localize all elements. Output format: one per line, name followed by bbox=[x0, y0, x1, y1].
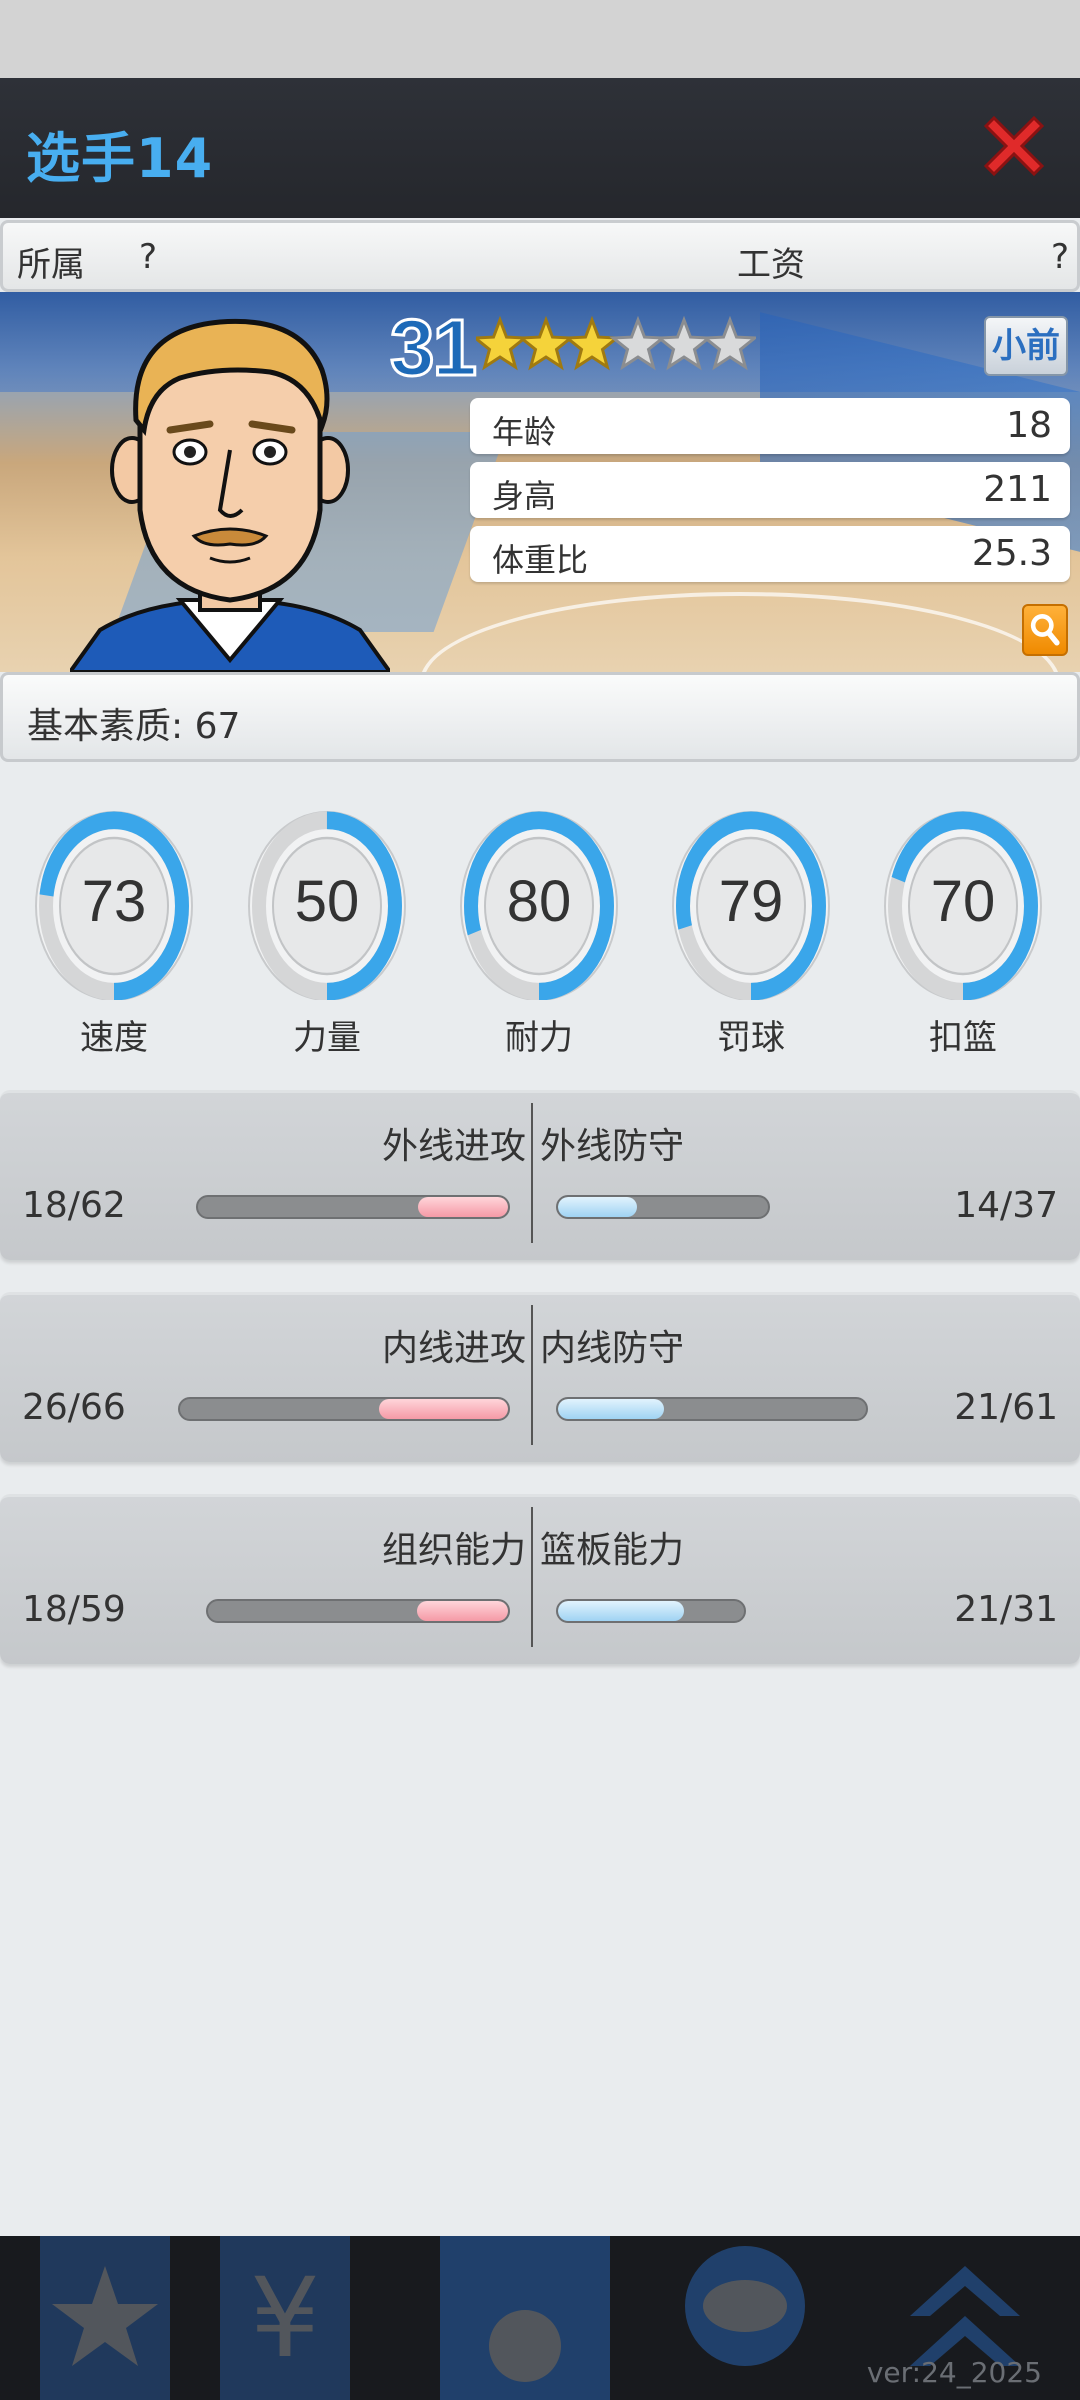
dial-label: 速度 bbox=[80, 1018, 148, 1058]
skill-left-value: 18/62 bbox=[22, 1185, 126, 1226]
team-salary-bar: 所属 ? 工资 ? bbox=[0, 220, 1080, 292]
dial-value: 50 bbox=[294, 869, 360, 934]
skill-card-playmaking: 组织能力 篮板能力 18/59 21/31 bbox=[0, 1494, 1080, 1664]
team-value: ? bbox=[139, 237, 158, 277]
player-card: 31 小前 年龄 18 身高 211 体重比 25.3 bbox=[0, 292, 1080, 672]
dial-value: 73 bbox=[81, 869, 147, 934]
salary-label: 工资 bbox=[737, 245, 805, 285]
close-icon[interactable] bbox=[976, 108, 1052, 184]
star-filled-icon bbox=[563, 315, 621, 371]
skill-left-bar bbox=[178, 1397, 510, 1421]
divider bbox=[531, 1305, 533, 1445]
skill-left-label: 内线进攻 bbox=[381, 1328, 526, 1369]
attr-row-age: 年龄 18 bbox=[470, 398, 1070, 454]
salary-value: ? bbox=[1051, 237, 1070, 277]
bottom-nav: ¥ ver:24_2025 bbox=[0, 2236, 1080, 2400]
chat-nav-icon[interactable] bbox=[660, 2236, 830, 2400]
stat-dial: 50 bbox=[247, 810, 407, 1010]
star-rating bbox=[476, 315, 756, 371]
search-icon bbox=[1030, 614, 1060, 646]
stat-dial: 73 bbox=[34, 810, 194, 1010]
player-avatar bbox=[70, 318, 390, 672]
skill-right-label: 篮板能力 bbox=[540, 1530, 685, 1571]
star-nav-icon[interactable] bbox=[20, 2236, 190, 2400]
version-label: ver:24_2025 bbox=[866, 2356, 1042, 2389]
attr-row-height: 身高 211 bbox=[470, 462, 1070, 518]
star-filled-icon bbox=[517, 315, 575, 371]
dial-label: 罚球 bbox=[717, 1018, 785, 1058]
attr-value: 25.3 bbox=[971, 533, 1052, 574]
divider bbox=[531, 1507, 533, 1647]
skill-left-label: 外线进攻 bbox=[381, 1126, 526, 1167]
star-empty-icon bbox=[609, 315, 667, 371]
skill-right-value: 21/61 bbox=[954, 1387, 1058, 1428]
skill-right-label: 内线防守 bbox=[540, 1328, 685, 1369]
skill-right-bar bbox=[556, 1599, 746, 1623]
star-filled-icon bbox=[476, 315, 529, 371]
skill-right-bar bbox=[556, 1397, 868, 1421]
skill-card-outside: 外线进攻 外线防守 18/62 14/37 bbox=[0, 1090, 1080, 1260]
skill-left-bar bbox=[196, 1195, 510, 1219]
attr-label: 年龄 bbox=[492, 413, 557, 451]
attr-label: 身高 bbox=[492, 477, 557, 515]
dial-value: 70 bbox=[930, 869, 996, 934]
skill-right-label: 外线防守 bbox=[540, 1126, 685, 1167]
dial-value: 80 bbox=[506, 869, 572, 934]
stat-dial: 80 bbox=[459, 810, 619, 1010]
basic-quality-label: 基本素质: 67 bbox=[27, 706, 241, 747]
status-bar bbox=[0, 0, 1080, 78]
star-empty-icon bbox=[701, 315, 756, 371]
attr-label: 体重比 bbox=[492, 541, 589, 579]
court-line bbox=[420, 592, 1060, 672]
basic-quality-bar: 基本素质: 67 bbox=[0, 672, 1080, 762]
dial-value: 79 bbox=[718, 869, 784, 934]
skill-left-value: 26/66 bbox=[22, 1387, 126, 1428]
skill-right-value: 14/37 bbox=[954, 1185, 1058, 1226]
star-empty-icon bbox=[655, 315, 713, 371]
dial-label: 耐力 bbox=[505, 1018, 573, 1058]
training-nav-icon[interactable] bbox=[440, 2236, 610, 2400]
dial-label: 力量 bbox=[293, 1018, 361, 1058]
title-bar: 选手14 bbox=[0, 78, 1080, 218]
skill-left-label: 组织能力 bbox=[381, 1530, 526, 1571]
skill-left-bar bbox=[206, 1599, 510, 1623]
page-title: 选手14 bbox=[26, 127, 214, 190]
team-label: 所属 bbox=[17, 245, 85, 285]
search-button[interactable] bbox=[1022, 604, 1068, 656]
attr-row-weight: 体重比 25.3 bbox=[470, 526, 1070, 582]
skill-right-bar bbox=[556, 1195, 770, 1219]
money-nav-icon[interactable]: ¥ bbox=[200, 2236, 370, 2400]
skill-right-value: 21/31 bbox=[954, 1589, 1058, 1630]
svg-text:¥: ¥ bbox=[250, 2254, 320, 2382]
skill-card-inside: 内线进攻 内线防守 26/66 21/61 bbox=[0, 1292, 1080, 1462]
position-button[interactable]: 小前 bbox=[984, 316, 1068, 376]
attr-value: 211 bbox=[983, 469, 1052, 510]
overall-rating: 31 bbox=[389, 302, 479, 394]
attr-value: 18 bbox=[1006, 405, 1052, 446]
stat-dial: 70 bbox=[883, 810, 1043, 1010]
divider bbox=[531, 1103, 533, 1243]
stat-dial: 79 bbox=[671, 810, 831, 1010]
skill-left-value: 18/59 bbox=[22, 1589, 126, 1630]
dial-label: 扣篮 bbox=[929, 1018, 997, 1058]
